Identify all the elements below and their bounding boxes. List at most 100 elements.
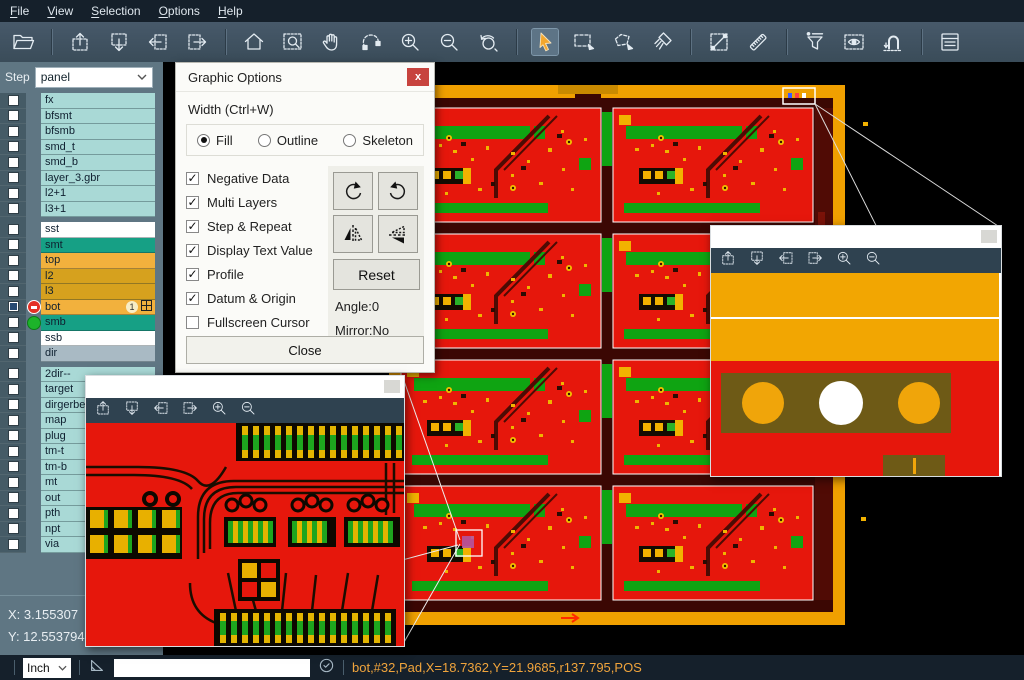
check-fullscreen-cursor[interactable]: Fullscreen Cursor	[186, 310, 328, 334]
layer-row-dir[interactable]: dir	[0, 346, 155, 362]
layer-visible-checkbox[interactable]	[8, 286, 19, 297]
move-up-icon[interactable]	[67, 29, 93, 55]
check-profile[interactable]: ✓Profile	[186, 262, 328, 286]
history-check-icon[interactable]	[318, 657, 335, 679]
menu-options[interactable]: Options	[159, 4, 200, 18]
layer-name[interactable]: smb	[41, 315, 155, 331]
layer-visible-checkbox[interactable]	[8, 368, 19, 379]
clean-brush-icon[interactable]	[649, 29, 675, 55]
zoom-window-titlebar[interactable]	[711, 226, 1001, 248]
layer-name[interactable]: smd_b	[41, 155, 155, 171]
step-select[interactable]: panel	[35, 67, 153, 88]
layer-visible-checkbox[interactable]	[8, 332, 19, 343]
layer-visible-checkbox[interactable]	[8, 539, 19, 550]
zoom-window-right[interactable]	[710, 225, 1002, 477]
reset-button[interactable]: Reset	[333, 259, 420, 290]
layer-name[interactable]: dir	[41, 346, 155, 362]
radio-outline[interactable]: Outline	[258, 133, 318, 148]
close-button[interactable]: Close	[186, 336, 424, 364]
zoom-window-icon[interactable]	[280, 29, 306, 55]
layer-name[interactable]: l2+1	[41, 186, 155, 202]
menu-file[interactable]: File	[10, 4, 29, 18]
layer-row-l2[interactable]: l2	[0, 269, 155, 285]
check-multi-layers[interactable]: ✓Multi Layers	[186, 190, 328, 214]
zoom-view-pad-detail[interactable]	[711, 273, 999, 476]
layer-name[interactable]: layer_3.gbr	[41, 171, 155, 187]
layer-visible-checkbox[interactable]	[8, 348, 19, 359]
check-negative-data[interactable]: ✓Negative Data	[186, 166, 328, 190]
zoom-out-icon[interactable]	[239, 399, 257, 422]
move-right-icon[interactable]	[806, 249, 824, 272]
move-up-icon[interactable]	[94, 399, 112, 422]
menu-view[interactable]: View	[47, 4, 73, 18]
layer-visible-checkbox[interactable]	[8, 239, 19, 250]
zoom-previous-icon[interactable]	[475, 29, 501, 55]
zoom-in-icon[interactable]	[397, 29, 423, 55]
menu-help[interactable]: Help	[218, 4, 243, 18]
mirror-vertical-button[interactable]	[378, 215, 418, 253]
filter-icon[interactable]	[802, 29, 828, 55]
zoom-out-icon[interactable]	[436, 29, 462, 55]
layer-visible-checkbox[interactable]	[8, 523, 19, 534]
select-rect-icon[interactable]	[571, 29, 597, 55]
layer-visible-checkbox[interactable]	[8, 399, 19, 410]
layer-name[interactable]: bot1	[41, 300, 155, 316]
layer-name[interactable]: bfsmt	[41, 109, 155, 125]
layer-visible-checkbox[interactable]	[8, 255, 19, 266]
layer-visible-checkbox[interactable]	[8, 492, 19, 503]
zoom-in-icon[interactable]	[210, 399, 228, 422]
layer-row-l3[interactable]: l3	[0, 284, 155, 300]
layer-visible-checkbox[interactable]	[8, 95, 19, 106]
layer-visible-checkbox[interactable]	[8, 157, 19, 168]
layer-table-icon[interactable]	[937, 29, 963, 55]
layer-name[interactable]: sst	[41, 222, 155, 238]
check-display-text-value[interactable]: ✓Display Text Value	[186, 238, 328, 262]
move-down-icon[interactable]	[106, 29, 132, 55]
move-left-icon[interactable]	[145, 29, 171, 55]
rotate-ccw-button[interactable]	[378, 172, 418, 210]
layer-visible-checkbox[interactable]	[8, 446, 19, 457]
home-view-icon[interactable]	[241, 29, 267, 55]
move-down-icon[interactable]	[748, 249, 766, 272]
layer-visible-checkbox[interactable]	[8, 110, 19, 121]
move-right-icon[interactable]	[181, 399, 199, 422]
layer-visible-checkbox[interactable]	[8, 301, 19, 312]
layer-visible-checkbox[interactable]	[8, 508, 19, 519]
window-button[interactable]	[981, 230, 997, 243]
layer-visible-checkbox[interactable]	[8, 317, 19, 328]
layer-name[interactable]: fx	[41, 93, 155, 109]
radio-skeleton[interactable]: Skeleton	[343, 133, 413, 148]
measure-ruler-icon[interactable]	[745, 29, 771, 55]
zoom-polygon-icon[interactable]	[358, 29, 384, 55]
layer-visible-checkbox[interactable]	[8, 461, 19, 472]
layer-row-smt[interactable]: smt	[0, 238, 155, 254]
layer-row-l3+1[interactable]: l3+1	[0, 202, 155, 218]
move-left-icon[interactable]	[152, 399, 170, 422]
layer-row-fx[interactable]: fx	[0, 93, 155, 109]
layer-name[interactable]: l3	[41, 284, 155, 300]
layer-row-smd_t[interactable]: smd_t	[0, 140, 155, 156]
select-cursor-icon[interactable]	[532, 29, 558, 55]
layer-visible-checkbox[interactable]	[8, 203, 19, 214]
layer-visible-checkbox[interactable]	[8, 430, 19, 441]
layer-row-layer_3.gbr[interactable]: layer_3.gbr	[0, 171, 155, 187]
layer-row-l2+1[interactable]: l2+1	[0, 186, 155, 202]
layer-name[interactable]: smt	[41, 238, 155, 254]
check-step-repeat[interactable]: ✓Step & Repeat	[186, 214, 328, 238]
measure-line-icon[interactable]	[706, 29, 732, 55]
move-up-icon[interactable]	[719, 249, 737, 272]
rotate-cw-button[interactable]	[333, 172, 373, 210]
layer-name[interactable]: smd_t	[41, 140, 155, 156]
layer-row-top[interactable]: top	[0, 253, 155, 269]
close-icon[interactable]: x	[407, 68, 429, 86]
pan-hand-icon[interactable]	[319, 29, 345, 55]
layer-visible-checkbox[interactable]	[8, 224, 19, 235]
layer-visible-checkbox[interactable]	[8, 415, 19, 426]
unit-select[interactable]: Inch	[23, 658, 71, 678]
layer-visible-checkbox[interactable]	[8, 126, 19, 137]
layer-row-bot[interactable]: bot1	[0, 300, 155, 316]
layer-visible-checkbox[interactable]	[8, 384, 19, 395]
layer-row-ssb[interactable]: ssb	[0, 331, 155, 347]
radio-fill[interactable]: Fill	[197, 133, 233, 148]
layer-row-smd_b[interactable]: smd_b	[0, 155, 155, 171]
